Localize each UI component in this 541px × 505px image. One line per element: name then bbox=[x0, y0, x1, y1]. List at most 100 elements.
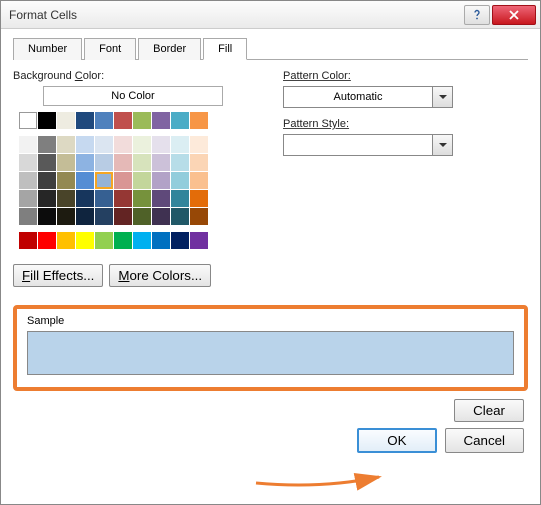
color-swatch[interactable] bbox=[95, 232, 113, 249]
color-swatch[interactable] bbox=[114, 208, 132, 225]
color-swatch[interactable] bbox=[19, 190, 37, 207]
color-swatch[interactable] bbox=[152, 208, 170, 225]
color-swatch[interactable] bbox=[152, 190, 170, 207]
color-swatch[interactable] bbox=[190, 190, 208, 207]
color-swatch[interactable] bbox=[114, 154, 132, 171]
color-swatch[interactable] bbox=[190, 136, 208, 153]
color-swatch[interactable] bbox=[57, 232, 75, 249]
cancel-button[interactable]: Cancel bbox=[445, 428, 525, 453]
more-colors-button[interactable]: More Colors... bbox=[109, 264, 211, 287]
color-swatch[interactable] bbox=[114, 172, 132, 189]
color-swatch[interactable] bbox=[76, 172, 94, 189]
tab-border[interactable]: Border bbox=[138, 38, 201, 60]
chevron-down-icon[interactable] bbox=[432, 135, 452, 155]
color-swatch[interactable] bbox=[57, 172, 75, 189]
color-swatch[interactable] bbox=[133, 154, 151, 171]
color-swatch[interactable] bbox=[171, 190, 189, 207]
pattern-color-combo[interactable]: Automatic bbox=[283, 86, 453, 108]
color-swatch[interactable] bbox=[57, 136, 75, 153]
color-swatch[interactable] bbox=[114, 112, 132, 129]
sample-group: Sample bbox=[13, 305, 528, 391]
sample-preview bbox=[27, 331, 514, 375]
color-swatch[interactable] bbox=[95, 154, 113, 171]
color-swatch[interactable] bbox=[114, 136, 132, 153]
titlebar: Format Cells bbox=[1, 1, 540, 29]
format-cells-dialog: Format Cells Number Font Border Fill Bac… bbox=[0, 0, 541, 505]
color-swatch[interactable] bbox=[19, 172, 37, 189]
pattern-style-value bbox=[284, 135, 432, 155]
pattern-color-value: Automatic bbox=[284, 87, 432, 107]
color-swatch[interactable] bbox=[133, 190, 151, 207]
color-swatch[interactable] bbox=[95, 208, 113, 225]
color-swatch[interactable] bbox=[152, 172, 170, 189]
color-swatch[interactable] bbox=[95, 190, 113, 207]
color-swatch[interactable] bbox=[19, 136, 37, 153]
color-swatch[interactable] bbox=[76, 154, 94, 171]
color-swatch[interactable] bbox=[38, 112, 56, 129]
pattern-color-label: Pattern Color: bbox=[283, 70, 528, 82]
color-swatch[interactable] bbox=[133, 112, 151, 129]
color-swatch[interactable] bbox=[57, 208, 75, 225]
color-swatch[interactable] bbox=[190, 172, 208, 189]
color-swatch[interactable] bbox=[171, 172, 189, 189]
color-swatch[interactable] bbox=[38, 232, 56, 249]
color-swatch[interactable] bbox=[19, 232, 37, 249]
pattern-style-label: Pattern Style: bbox=[283, 118, 528, 130]
window-title: Format Cells bbox=[9, 8, 464, 22]
close-button[interactable] bbox=[492, 5, 536, 25]
help-button[interactable] bbox=[464, 5, 490, 25]
color-swatch[interactable] bbox=[19, 154, 37, 171]
color-swatch[interactable] bbox=[152, 112, 170, 129]
ok-button[interactable]: OK bbox=[357, 428, 436, 453]
sample-label: Sample bbox=[27, 315, 514, 327]
color-swatch[interactable] bbox=[57, 154, 75, 171]
color-swatch[interactable] bbox=[114, 190, 132, 207]
tab-number[interactable]: Number bbox=[13, 38, 82, 60]
chevron-down-icon[interactable] bbox=[432, 87, 452, 107]
color-swatch[interactable] bbox=[171, 136, 189, 153]
swatch-nofill[interactable] bbox=[19, 112, 37, 129]
color-swatch[interactable] bbox=[152, 136, 170, 153]
color-swatch[interactable] bbox=[38, 136, 56, 153]
color-swatch[interactable] bbox=[76, 190, 94, 207]
color-swatch[interactable] bbox=[114, 232, 132, 249]
color-swatch[interactable] bbox=[38, 190, 56, 207]
color-swatch[interactable] bbox=[171, 154, 189, 171]
annotation-arrow bbox=[251, 461, 391, 493]
clear-button[interactable]: Clear bbox=[454, 399, 524, 422]
color-swatch[interactable] bbox=[190, 232, 208, 249]
color-swatch[interactable] bbox=[57, 190, 75, 207]
color-swatch[interactable] bbox=[76, 112, 94, 129]
fill-effects-button[interactable]: Fill Effects... bbox=[13, 264, 103, 287]
color-swatch[interactable] bbox=[57, 112, 75, 129]
color-swatch[interactable] bbox=[152, 154, 170, 171]
color-swatch[interactable] bbox=[95, 112, 113, 129]
color-palette bbox=[19, 112, 253, 250]
color-swatch[interactable] bbox=[171, 232, 189, 249]
color-swatch[interactable] bbox=[133, 136, 151, 153]
color-swatch[interactable] bbox=[38, 208, 56, 225]
color-swatch[interactable] bbox=[19, 208, 37, 225]
help-icon bbox=[471, 9, 483, 21]
color-swatch[interactable] bbox=[190, 154, 208, 171]
color-swatch[interactable] bbox=[190, 208, 208, 225]
color-swatch[interactable] bbox=[152, 232, 170, 249]
pattern-style-combo[interactable] bbox=[283, 134, 453, 156]
tab-font[interactable]: Font bbox=[84, 38, 136, 60]
color-swatch[interactable] bbox=[95, 172, 113, 189]
color-swatch[interactable] bbox=[133, 208, 151, 225]
color-swatch[interactable] bbox=[76, 208, 94, 225]
color-swatch[interactable] bbox=[38, 172, 56, 189]
color-swatch[interactable] bbox=[38, 154, 56, 171]
color-swatch[interactable] bbox=[133, 172, 151, 189]
color-swatch[interactable] bbox=[171, 208, 189, 225]
color-swatch[interactable] bbox=[76, 232, 94, 249]
color-swatch[interactable] bbox=[133, 232, 151, 249]
color-swatch[interactable] bbox=[76, 136, 94, 153]
color-swatch[interactable] bbox=[190, 112, 208, 129]
close-icon bbox=[508, 9, 520, 21]
no-color-button[interactable]: No Color bbox=[43, 86, 223, 106]
tab-fill[interactable]: Fill bbox=[203, 38, 247, 60]
color-swatch[interactable] bbox=[171, 112, 189, 129]
color-swatch[interactable] bbox=[95, 136, 113, 153]
